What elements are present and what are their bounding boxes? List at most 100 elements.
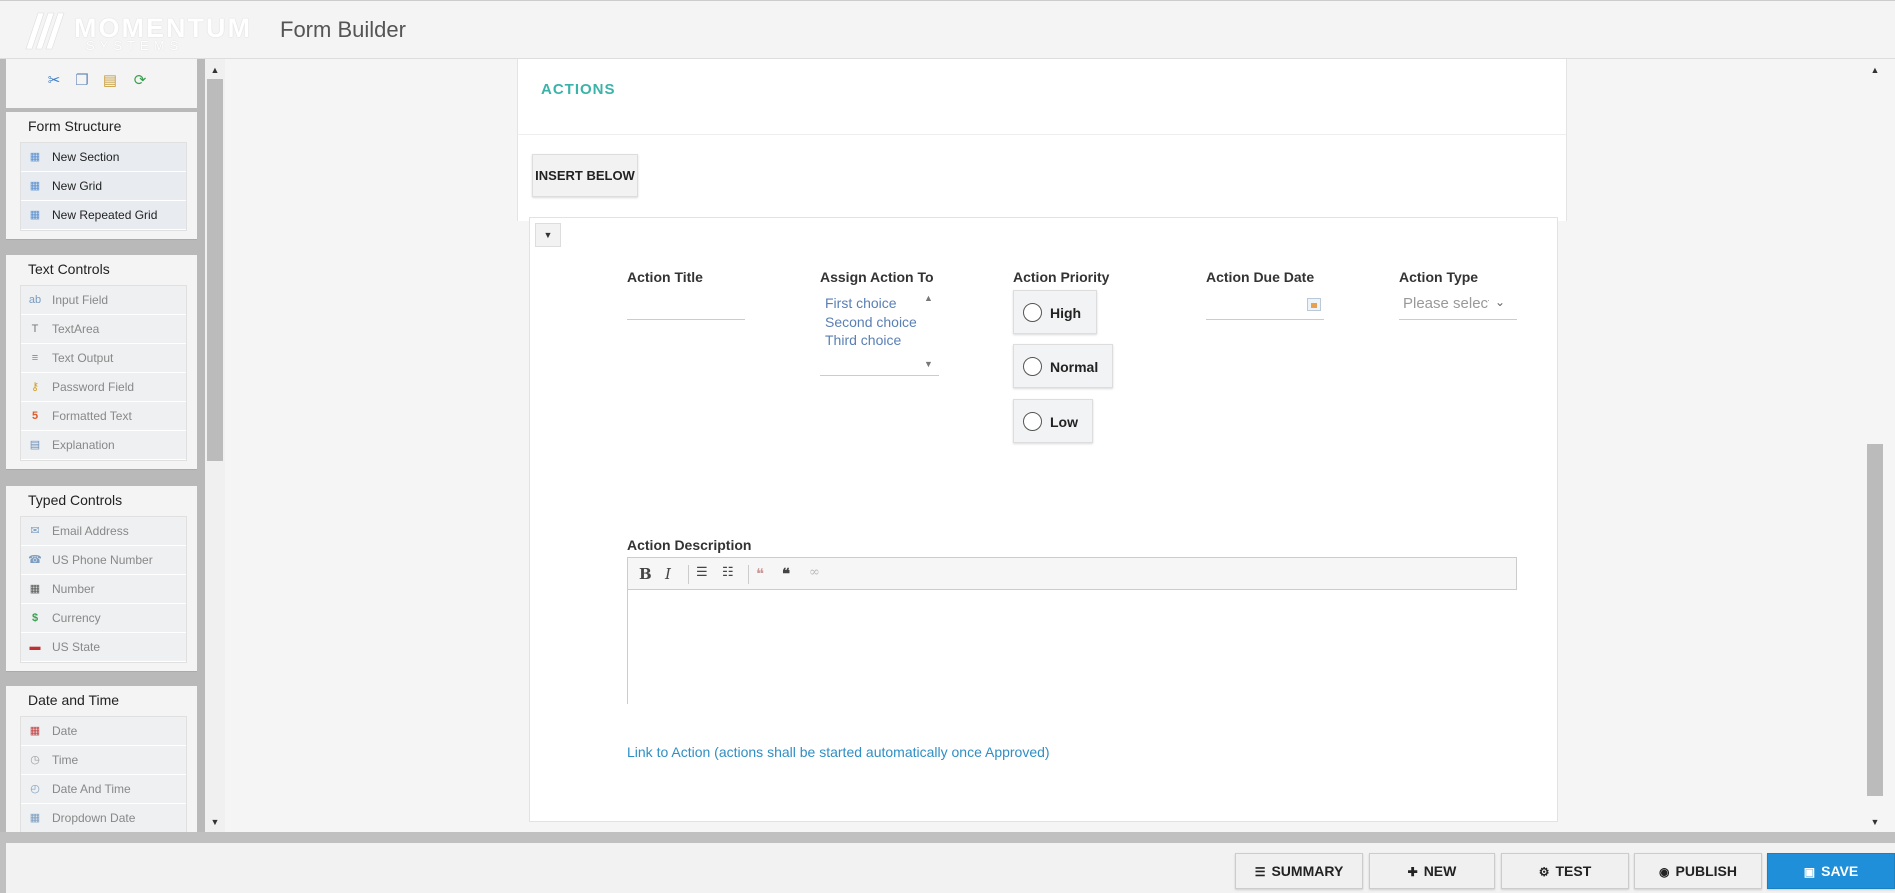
scroll-down-icon[interactable]: ▼ [205, 817, 225, 827]
sidebar-item-textarea[interactable]: T TextArea [21, 315, 186, 344]
new-repeated-grid-icon: ▦ [29, 209, 41, 221]
scroll-down-icon[interactable]: ▼ [924, 359, 933, 369]
sidebar-item-date-and-time[interactable]: ◴ Date And Time [21, 775, 186, 804]
cut-icon[interactable]: ✂ [44, 71, 64, 91]
sidebar-item-label: Password Field [52, 380, 135, 394]
listbox-scrollbar[interactable]: ▲ ▼ [919, 290, 939, 374]
sidebar-item-new-grid[interactable]: ▦ New Grid [21, 172, 186, 201]
sidebar-scroll-thumb[interactable] [207, 79, 223, 461]
panel-typed-controls: Typed Controls ✉ Email Address ☎ US Phone … [6, 486, 197, 672]
sidebar-item-input-field[interactable]: ab Input Field [21, 286, 186, 315]
assign-to-label: Assign Action To [820, 269, 934, 285]
key-icon: ⚷ [30, 381, 40, 393]
radio-circle [1023, 303, 1042, 322]
description-label: Action Description [627, 537, 752, 553]
link-icon[interactable]: ∞ [809, 565, 820, 580]
sidebar-item-label: New Repeated Grid [52, 208, 158, 222]
panel-title: Date and Time [28, 692, 120, 708]
list-option[interactable]: Third choice [825, 332, 901, 348]
new-section-icon: ▦ [29, 151, 41, 163]
main-scroll-thumb[interactable] [1867, 444, 1883, 796]
button-label: NEW [1423, 863, 1457, 879]
momentum-logo: MOMENTUM SYSTEMS [24, 11, 250, 53]
sidebar-item-us-state[interactable]: ▬ US State [21, 633, 186, 662]
main-scrollbar[interactable]: ▲ ▼ [1867, 59, 1895, 832]
insert-below-button[interactable]: INSERT BELOW [532, 154, 638, 197]
action-title-input[interactable] [627, 319, 745, 320]
calendar-picker-icon[interactable] [1307, 298, 1321, 311]
summary-button[interactable]: ☰ SUMMARY [1235, 853, 1363, 889]
publish-button[interactable]: ◉ PUBLISH [1634, 853, 1762, 889]
sidebar-item-date[interactable]: ▦ Date [21, 717, 186, 746]
sidebar-item-explanation[interactable]: ▤ Explanation [21, 431, 186, 460]
sidebar-item-number[interactable]: ▦ Number [21, 575, 186, 604]
sidebar-item-new-section[interactable]: ▦ New Section [21, 143, 186, 172]
new-button[interactable]: ✚ NEW [1369, 853, 1495, 889]
action-type-select[interactable]: Please select [1403, 295, 1489, 312]
dropdown-date-icon: ▦ [29, 812, 41, 824]
datetime-icon: ◴ [30, 783, 40, 795]
priority-normal-radio[interactable]: Normal [1013, 344, 1113, 388]
sidebar-scrollbar[interactable]: ▲ ▼ [205, 59, 225, 832]
grid-menu-toggle[interactable]: ▼ [535, 223, 561, 247]
sidebar-item-label: US State [52, 640, 101, 654]
list-option[interactable]: Second choice [825, 314, 917, 330]
textarea-icon: T [31, 323, 39, 335]
bullet-list-icon[interactable]: ☰ [696, 565, 708, 580]
sidebar-item-text-output[interactable]: ≡ Text Output [21, 344, 186, 373]
sidebar-item-label: Date And Time [52, 782, 131, 796]
calculator-icon: ▦ [29, 583, 41, 595]
envelope-icon: ✉ [30, 525, 40, 537]
action-title-label: Action Title [627, 269, 703, 285]
save-button[interactable]: ▣ SAVE [1767, 853, 1895, 889]
caret-down-icon: ▼ [543, 230, 553, 240]
section-body [517, 135, 1567, 221]
sidebar-item-email-address[interactable]: ✉ Email Address [21, 517, 186, 546]
explanation-icon: ▤ [29, 439, 41, 451]
input-field-icon: ab [28, 294, 42, 306]
priority-low-radio[interactable]: Low [1013, 399, 1093, 443]
paste-icon[interactable]: ▤ [100, 71, 120, 91]
refresh-icon[interactable]: ⟳ [130, 71, 150, 91]
scroll-up-icon[interactable]: ▲ [1867, 65, 1883, 75]
html5-icon: 5 [31, 410, 39, 422]
bold-icon[interactable]: B [639, 565, 652, 583]
due-date-input[interactable] [1206, 319, 1324, 320]
form-canvas: ACTIONS INSERT BELOW ▼ Action Title Assi… [225, 59, 1867, 832]
italic-icon[interactable]: I [665, 565, 671, 583]
sidebar-item-label: New Section [52, 150, 120, 164]
test-button[interactable]: ⚙ TEST [1501, 853, 1629, 889]
scroll-down-icon[interactable]: ▼ [1867, 817, 1883, 827]
due-date-label: Action Due Date [1206, 269, 1315, 285]
blockquote-icon[interactable]: ❝ [782, 565, 790, 583]
sidebar-item-dropdown-date[interactable]: ▦ Dropdown Date [21, 804, 186, 832]
sidebar-item-time[interactable]: ◷ Time [21, 746, 186, 775]
panel-date-and-time: Date and Time ▦ Date ◷ Time ◴ Date And Time… [6, 686, 197, 832]
sidebar-item-label: TextArea [52, 322, 100, 336]
numbered-list-icon[interactable]: ☷ [722, 565, 734, 580]
sidebar-item-label: Input Field [52, 293, 109, 307]
action-type-label: Action Type [1399, 269, 1479, 285]
button-label: TEST [1555, 863, 1592, 879]
priority-high-radio[interactable]: High [1013, 290, 1097, 334]
scroll-up-icon[interactable]: ▲ [205, 65, 225, 75]
sidebar-item-us-phone-number[interactable]: ☎ US Phone Number [21, 546, 186, 575]
sidebar-item-password-field[interactable]: ⚷ Password Field [21, 373, 186, 402]
section-title[interactable]: ACTIONS [541, 81, 616, 98]
scroll-up-icon[interactable]: ▲ [924, 293, 933, 303]
editor-toolbar: B I ☰ ☷ ❝ ❝ ∞ [627, 557, 1517, 590]
logo-mark-icon [25, 12, 65, 50]
chevron-down-icon[interactable]: ⌄ [1495, 295, 1505, 309]
app-header: MOMENTUM SYSTEMS Form Builder [0, 0, 1895, 59]
sidebar-item-formatted-text[interactable]: 5 Formatted Text [21, 402, 186, 431]
us-flag-icon: ▬ [29, 641, 41, 653]
list-option[interactable]: First choice [825, 295, 897, 311]
copy-icon[interactable]: ❐ [72, 71, 92, 91]
floppy-disk-icon: ▣ [1803, 865, 1816, 879]
link-to-action[interactable]: Link to Action (actions shall be started… [627, 744, 1050, 760]
priority-label: Action Priority [1013, 269, 1110, 285]
gear-icon: ⚙ [1538, 865, 1550, 879]
sidebar-item-currency[interactable]: $ Currency [21, 604, 186, 633]
unquote-icon[interactable]: ❝ [756, 565, 764, 583]
sidebar-item-new-repeated-grid[interactable]: ▦ New Repeated Grid [21, 201, 186, 230]
